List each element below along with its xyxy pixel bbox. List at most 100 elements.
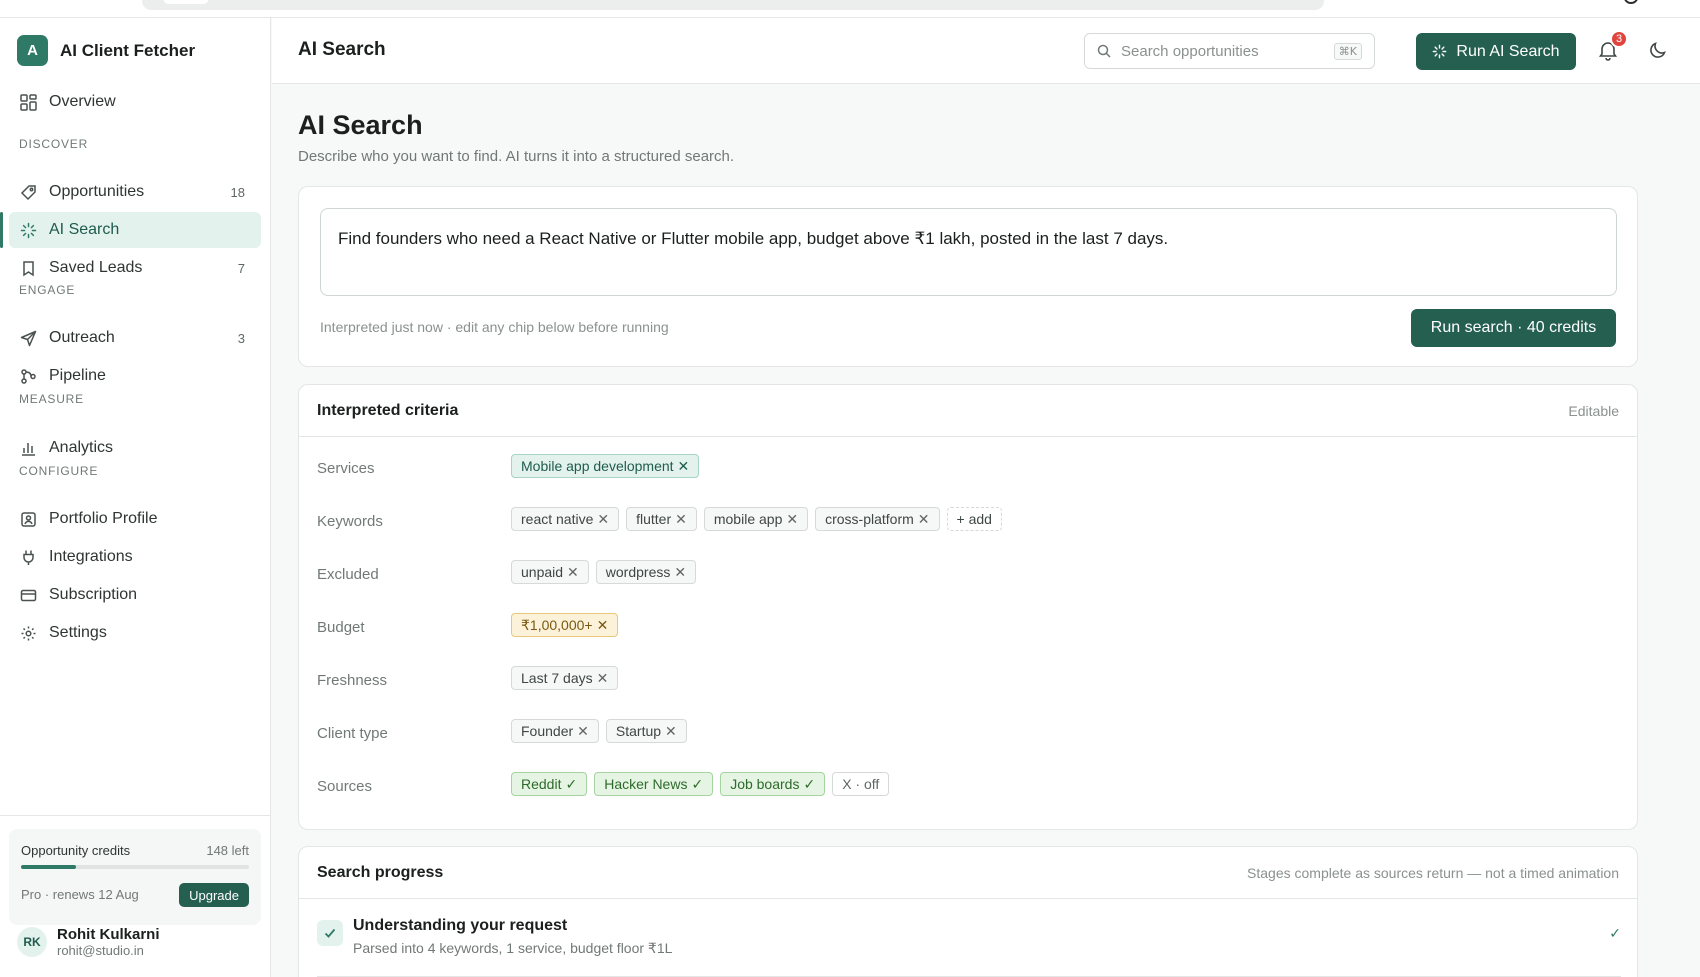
search-input[interactable] bbox=[1121, 42, 1341, 60]
page-subtitle: Describe who you want to find. AI turns … bbox=[298, 148, 735, 165]
stage-description: Parsed into 4 keywords, 1 service, budge… bbox=[353, 940, 673, 956]
chip-label: Hacker News bbox=[604, 776, 688, 792]
credits-title: Opportunity credits bbox=[21, 843, 131, 858]
chip-label: ₹1,00,000+ bbox=[521, 616, 593, 633]
chip-client-type[interactable]: Startup ✕ bbox=[605, 719, 687, 743]
sidebar-item-label: Pipeline bbox=[49, 367, 106, 384]
criteria-label: Budget bbox=[317, 619, 365, 636]
close-icon[interactable]: ✕ bbox=[597, 617, 609, 634]
sidebar-item-label: Subscription bbox=[49, 586, 138, 603]
brand[interactable]: A AI Client Fetcher bbox=[17, 35, 195, 66]
sidebar-item-label: Settings bbox=[49, 624, 107, 641]
chip-client-type[interactable]: Founder ✕ bbox=[511, 719, 599, 743]
browser-profile-icon[interactable] bbox=[1624, 0, 1638, 4]
chip-source[interactable]: Hacker News ✓ bbox=[594, 772, 714, 796]
sidebar-item-settings[interactable]: Settings bbox=[9, 615, 261, 651]
sidebar-item-analytics[interactable]: Analytics bbox=[9, 430, 261, 466]
criteria-card: Interpreted criteria Editable Services M… bbox=[298, 384, 1638, 830]
sidebar-item-overview[interactable]: Overview bbox=[9, 84, 261, 120]
criteria-row-budget: Budget ₹1,00,000+ ✕ bbox=[299, 613, 1637, 643]
chip-keyword[interactable]: flutter ✕ bbox=[626, 507, 697, 531]
header-title: AI Search bbox=[298, 39, 386, 60]
close-icon[interactable]: ✕ bbox=[665, 723, 677, 740]
chip-label: Reddit bbox=[521, 776, 562, 792]
sidebar-item-label: Analytics bbox=[49, 439, 114, 456]
opportunities-count: 18 bbox=[230, 184, 245, 200]
credits-progress-fill bbox=[21, 865, 76, 869]
stage-title: Understanding your request bbox=[353, 917, 568, 934]
sidebar-item-label: Opportunities bbox=[49, 183, 145, 200]
criteria-title: Interpreted criteria bbox=[317, 402, 459, 419]
run-ai-search-button[interactable]: Run AI Search bbox=[1416, 33, 1576, 70]
chip-label: Job boards bbox=[730, 776, 800, 792]
browser-tab-pill bbox=[163, 0, 209, 4]
criteria-row-sources: Sources Reddit ✓ Hacker News ✓ Job boards ✓… bbox=[299, 772, 1637, 802]
chip-source[interactable]: Reddit ✓ bbox=[511, 772, 588, 796]
close-icon[interactable]: ✕ bbox=[786, 511, 798, 528]
chip-service[interactable]: Mobile app development ✕ bbox=[511, 454, 700, 478]
close-icon[interactable]: ✕ bbox=[567, 564, 579, 581]
close-icon[interactable]: ✕ bbox=[597, 511, 609, 528]
browser-top-strip bbox=[0, 0, 1700, 18]
section-measure: MEASURE bbox=[19, 392, 84, 406]
criteria-row-services: Services Mobile app development ✕ bbox=[299, 454, 1637, 484]
close-icon[interactable]: ✕ bbox=[678, 458, 690, 475]
close-icon[interactable]: ✕ bbox=[674, 564, 686, 581]
search-icon bbox=[1097, 44, 1111, 58]
close-icon[interactable]: ✕ bbox=[597, 670, 609, 687]
chip-keyword[interactable]: react native ✕ bbox=[511, 507, 620, 531]
sidebar-item-label: Overview bbox=[49, 93, 116, 110]
chip-label: Last 7 days bbox=[521, 670, 593, 686]
chip-keyword[interactable]: mobile app ✕ bbox=[703, 507, 809, 531]
query-textarea[interactable]: Find founders who need a React Native or… bbox=[320, 208, 1617, 296]
sidebar-item-opportunities[interactable]: Opportunities 18 bbox=[9, 174, 261, 210]
page-title: AI Search bbox=[298, 110, 423, 140]
credits-progress-track bbox=[21, 865, 249, 869]
sidebar-item-portfolio-profile[interactable]: Portfolio Profile bbox=[9, 501, 261, 537]
chip-excluded[interactable]: unpaid ✕ bbox=[511, 560, 589, 584]
chip-label: Startup bbox=[615, 723, 662, 739]
sidebar-item-pipeline[interactable]: Pipeline bbox=[9, 358, 261, 394]
browser-address-bar[interactable] bbox=[142, 0, 1324, 10]
run-search-button[interactable]: Run search · 40 credits bbox=[1411, 309, 1616, 347]
bar-chart-icon bbox=[19, 439, 37, 457]
moon-icon[interactable] bbox=[1647, 39, 1671, 63]
sidebar-item-outreach[interactable]: Outreach 3 bbox=[9, 320, 261, 356]
close-icon[interactable]: ✕ bbox=[675, 511, 687, 528]
search-box[interactable]: ⌘K bbox=[1084, 33, 1375, 69]
section-discover: DISCOVER bbox=[19, 137, 89, 151]
saved-leads-count: 7 bbox=[237, 260, 245, 276]
sidebar-item-saved-leads[interactable]: Saved Leads 7 bbox=[9, 250, 261, 286]
criteria-label: Freshness bbox=[317, 672, 388, 689]
sidebar-item-label: Integrations bbox=[49, 548, 133, 565]
check-icon: ✓ bbox=[565, 775, 578, 792]
close-icon[interactable]: ✕ bbox=[577, 723, 589, 740]
grid-icon bbox=[19, 93, 37, 111]
sidebar-item-subscription[interactable]: Subscription bbox=[9, 577, 261, 613]
plug-icon bbox=[19, 548, 37, 566]
credit-card-icon bbox=[19, 586, 37, 604]
chip-keyword[interactable]: cross-platform ✕ bbox=[815, 507, 940, 531]
close-icon[interactable]: ✕ bbox=[918, 511, 930, 528]
chip-freshness[interactable]: Last 7 days ✕ bbox=[511, 666, 619, 690]
stage-status: ✓ bbox=[1609, 925, 1621, 941]
sidebar-item-label: Portfolio Profile bbox=[49, 510, 158, 527]
sidebar: A AI Client Fetcher Overview DISCOVER Op… bbox=[0, 18, 271, 977]
chip-source-off[interactable]: X · off bbox=[832, 772, 890, 796]
chip-source[interactable]: Job boards ✓ bbox=[720, 772, 826, 796]
criteria-row-client-type: Client type Founder ✕ Startup ✕ bbox=[299, 719, 1637, 749]
sidebar-item-integrations[interactable]: Integrations bbox=[9, 539, 261, 575]
chip-label: unpaid bbox=[521, 564, 564, 580]
chip-excluded[interactable]: wordpress ✕ bbox=[595, 560, 697, 584]
upgrade-button[interactable]: Upgrade bbox=[179, 883, 249, 907]
query-card: Find founders who need a React Native or… bbox=[298, 186, 1638, 367]
progress-header: Search progress Stages complete as sourc… bbox=[299, 847, 1637, 899]
chip-budget[interactable]: ₹1,00,000+ ✕ bbox=[511, 613, 619, 637]
progress-stage: Understanding your request Parsed into 4… bbox=[317, 917, 1621, 977]
criteria-label: Excluded bbox=[317, 566, 379, 583]
user-profile[interactable]: RK Rohit Kulkarni rohit@studio.in bbox=[17, 926, 160, 958]
add-keyword-button[interactable]: + add bbox=[946, 507, 1002, 531]
sidebar-item-ai-search[interactable]: AI Search bbox=[9, 212, 261, 248]
chip-label: react native bbox=[521, 511, 594, 527]
sidebar-item-label: Saved Leads bbox=[49, 259, 143, 276]
